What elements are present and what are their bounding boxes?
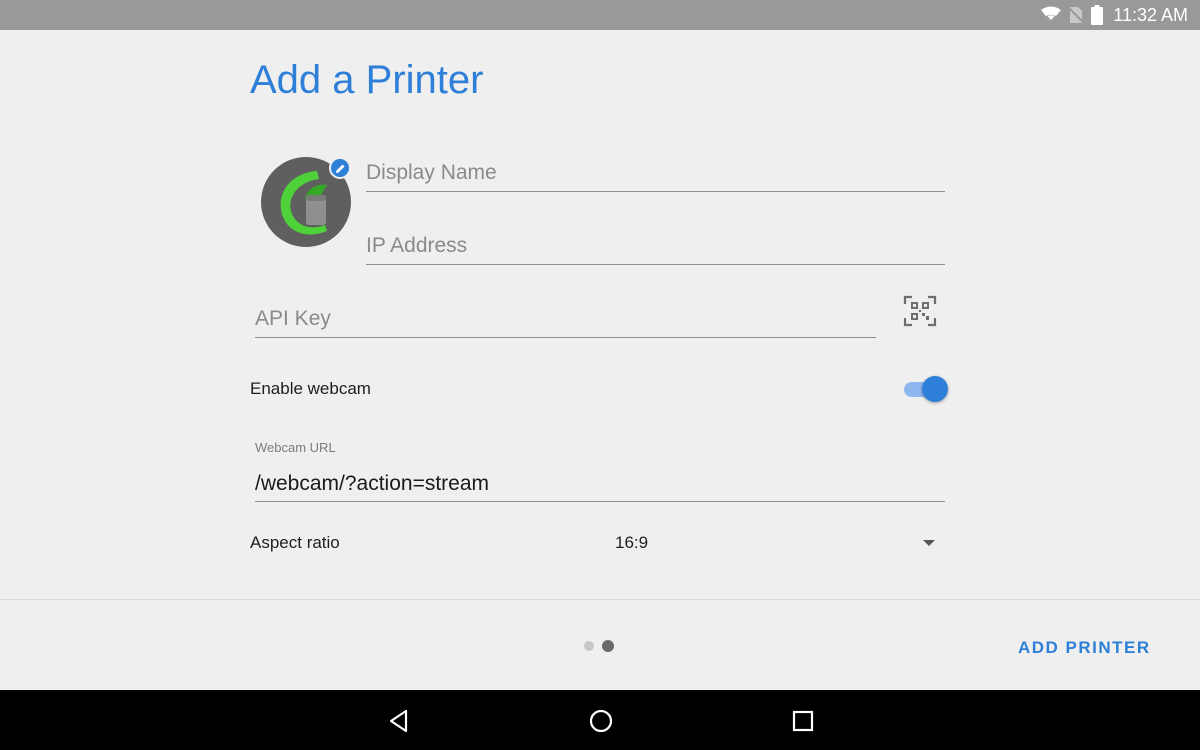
webcam-url-input[interactable] bbox=[255, 466, 945, 501]
status-icons: 11:32 AM bbox=[1041, 0, 1188, 30]
edit-avatar-button[interactable] bbox=[329, 157, 351, 179]
display-name-field bbox=[366, 154, 945, 192]
pencil-icon bbox=[335, 164, 344, 173]
webcam-url-label: Webcam URL bbox=[255, 440, 336, 455]
page-title: Add a Printer bbox=[250, 58, 484, 102]
status-time: 11:32 AM bbox=[1113, 4, 1188, 25]
recents-icon[interactable] bbox=[790, 708, 816, 734]
qr-code-scan-icon bbox=[903, 295, 937, 327]
enable-webcam-label: Enable webcam bbox=[250, 379, 371, 398]
enable-webcam-toggle[interactable] bbox=[902, 375, 948, 403]
wifi-icon bbox=[1041, 6, 1062, 22]
ip-address-input[interactable] bbox=[366, 227, 945, 264]
webcam-url-field bbox=[255, 466, 945, 502]
toggle-thumb bbox=[922, 376, 948, 402]
aspect-ratio-select[interactable]: 16:9 bbox=[615, 533, 648, 553]
back-icon[interactable] bbox=[387, 708, 413, 734]
battery-icon bbox=[1091, 5, 1104, 25]
aspect-ratio-label: Aspect ratio bbox=[250, 533, 340, 552]
page-dot-1 bbox=[584, 641, 594, 651]
ip-address-field bbox=[366, 227, 945, 265]
footer: ADD PRINTER bbox=[0, 599, 1200, 690]
no-sim-icon bbox=[1069, 7, 1084, 23]
add-printer-button[interactable]: ADD PRINTER bbox=[1010, 634, 1159, 662]
api-key-input[interactable] bbox=[255, 300, 876, 337]
api-key-field bbox=[255, 300, 876, 338]
display-name-input[interactable] bbox=[366, 154, 945, 191]
dropdown-arrow-icon[interactable] bbox=[922, 538, 936, 548]
page-dot-2 bbox=[602, 640, 614, 652]
page-indicator bbox=[584, 640, 614, 652]
scan-qr-button[interactable] bbox=[903, 295, 937, 327]
system-nav-bar bbox=[0, 690, 1200, 750]
home-icon[interactable] bbox=[588, 708, 614, 734]
status-bar: 11:32 AM bbox=[0, 0, 1200, 30]
